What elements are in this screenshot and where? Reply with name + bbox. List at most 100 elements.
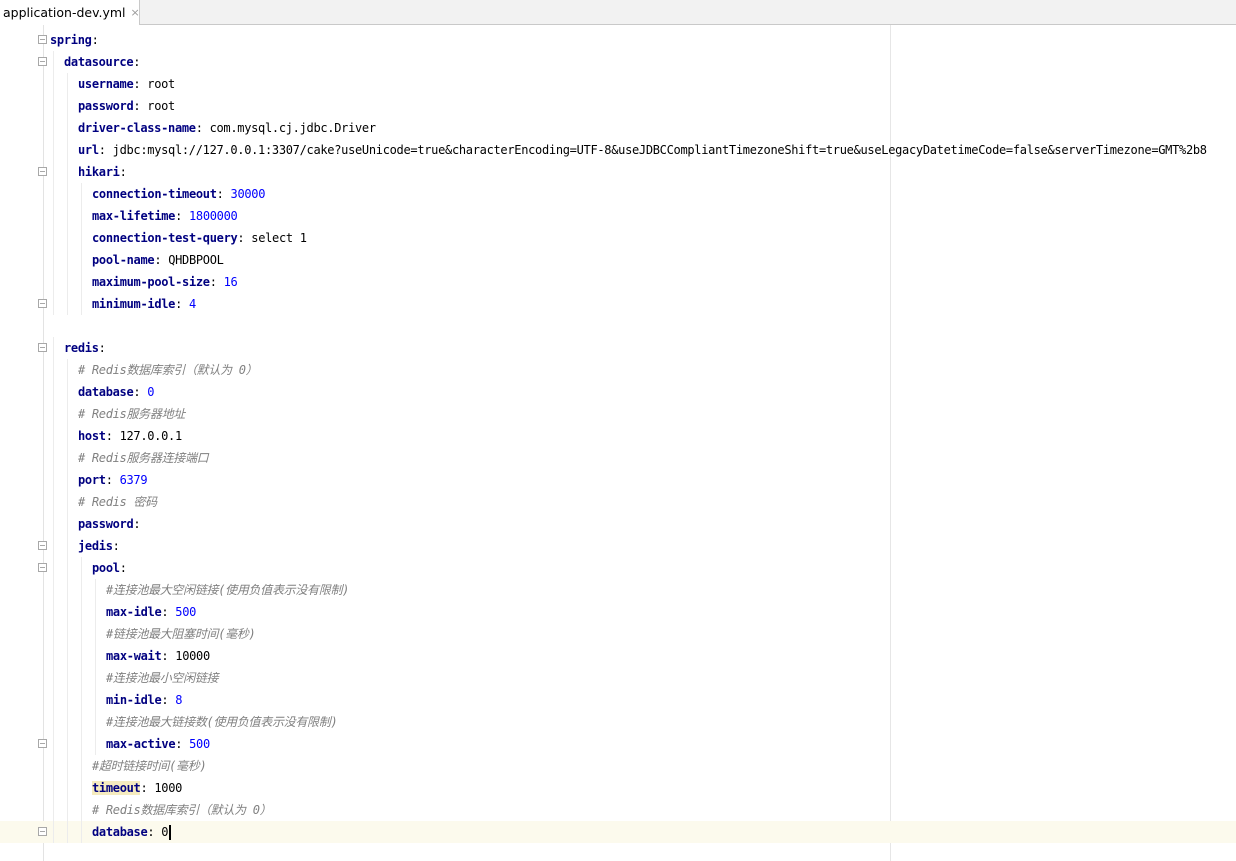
comment-line[interactable]: #连接池最小空闲链接 xyxy=(0,667,1236,689)
code-text: pool: xyxy=(92,557,127,579)
indent-guide xyxy=(67,535,68,557)
comment-line[interactable]: #连接池最大链接数(使用负值表示没有限制) xyxy=(0,711,1236,733)
yaml-line[interactable]: max-lifetime: 1800000 xyxy=(0,205,1236,227)
yaml-comment: # Redis数据库索引（默认为 0） xyxy=(78,363,258,377)
indent-guide xyxy=(81,777,82,799)
indent-guide xyxy=(67,73,68,95)
yaml-line[interactable]: connection-timeout: 30000 xyxy=(0,183,1236,205)
yaml-value: QHDBPOOL xyxy=(168,253,224,267)
yaml-line[interactable]: database: 0 xyxy=(0,821,1236,843)
fold-toggle-icon[interactable] xyxy=(38,541,47,550)
yaml-line[interactable]: max-wait: 10000 xyxy=(0,645,1236,667)
comment-line[interactable]: #超时链接时间(毫秒) xyxy=(0,755,1236,777)
indent-guide xyxy=(53,425,54,447)
yaml-key: maximum-pool-size xyxy=(92,275,210,289)
comment-line[interactable]: # Redis数据库索引（默认为 0） xyxy=(0,359,1236,381)
indent-guide xyxy=(67,491,68,513)
yaml-separator: : xyxy=(175,737,190,751)
yaml-line[interactable]: minimum-idle: 4 xyxy=(0,293,1236,315)
yaml-line[interactable]: redis: xyxy=(0,337,1236,359)
code-text: host: 127.0.0.1 xyxy=(78,425,182,447)
yaml-line[interactable]: connection-test-query: select 1 xyxy=(0,227,1236,249)
comment-line[interactable]: #链接池最大阻塞时间(毫秒) xyxy=(0,623,1236,645)
yaml-line[interactable]: database: 0 xyxy=(0,381,1236,403)
yaml-separator: : xyxy=(133,77,148,91)
yaml-line[interactable]: min-idle: 8 xyxy=(0,689,1236,711)
fold-toggle-icon[interactable] xyxy=(38,35,47,44)
indent-guide xyxy=(81,667,82,689)
indent-guide xyxy=(67,469,68,491)
yaml-line[interactable]: driver-class-name: com.mysql.cj.jdbc.Dri… xyxy=(0,117,1236,139)
code-text: max-lifetime: 1800000 xyxy=(92,205,238,227)
yaml-separator: : xyxy=(161,605,176,619)
indent-guide xyxy=(95,667,96,689)
indent-guide xyxy=(53,469,54,491)
blank-line[interactable] xyxy=(0,315,1236,337)
fold-end-marker-icon[interactable] xyxy=(38,299,47,308)
yaml-value: 30000 xyxy=(230,187,266,201)
yaml-key: database xyxy=(78,385,134,399)
indent-guide xyxy=(53,271,54,293)
fold-end-marker-icon[interactable] xyxy=(38,827,47,836)
indent-guide xyxy=(53,491,54,513)
indent-guide xyxy=(81,711,82,733)
code-text: datasource: xyxy=(64,51,140,73)
yaml-comment: # Redis服务器地址 xyxy=(78,407,185,421)
yaml-separator: : xyxy=(98,341,106,355)
yaml-line[interactable]: maximum-pool-size: 16 xyxy=(0,271,1236,293)
yaml-key: port xyxy=(78,473,106,487)
code-text: # Redis服务器连接端口 xyxy=(78,447,209,469)
indent-guide xyxy=(53,183,54,205)
yaml-line[interactable]: timeout: 1000 xyxy=(0,777,1236,799)
yaml-separator: : xyxy=(209,275,224,289)
fold-toggle-icon[interactable] xyxy=(38,343,47,352)
yaml-line[interactable]: datasource: xyxy=(0,51,1236,73)
indent-guide xyxy=(67,249,68,271)
yaml-key: max-idle xyxy=(106,605,162,619)
code-text: max-idle: 500 xyxy=(106,601,196,623)
code-text: #超时链接时间(毫秒) xyxy=(92,755,207,777)
code-text: maximum-pool-size: 16 xyxy=(92,271,238,293)
yaml-line[interactable]: username: root xyxy=(0,73,1236,95)
yaml-key: jedis xyxy=(78,539,113,553)
indent-guide xyxy=(53,557,54,579)
yaml-comment: #连接池最小空闲链接 xyxy=(106,671,219,685)
yaml-value: com.mysql.cj.jdbc.Driver xyxy=(209,121,377,135)
comment-line[interactable]: # Redis服务器连接端口 xyxy=(0,447,1236,469)
yaml-line[interactable]: host: 127.0.0.1 xyxy=(0,425,1236,447)
comment-line[interactable]: # Redis数据库索引（默认为 0） xyxy=(0,799,1236,821)
indent-guide xyxy=(95,601,96,623)
fold-toggle-icon[interactable] xyxy=(38,563,47,572)
yaml-line[interactable]: pool-name: QHDBPOOL xyxy=(0,249,1236,271)
yaml-line[interactable]: jedis: xyxy=(0,535,1236,557)
indent-guide xyxy=(67,447,68,469)
yaml-separator: : xyxy=(119,561,127,575)
yaml-line[interactable]: port: 6379 xyxy=(0,469,1236,491)
comment-line[interactable]: # Redis服务器地址 xyxy=(0,403,1236,425)
fold-end-marker-icon[interactable] xyxy=(38,739,47,748)
code-text: # Redis数据库索引（默认为 0） xyxy=(78,359,258,381)
comment-line[interactable]: #连接池最大空闲链接(使用负值表示没有限制) xyxy=(0,579,1236,601)
yaml-value: root xyxy=(147,99,175,113)
yaml-key: pool-name xyxy=(92,253,155,267)
close-tab-icon[interactable]: × xyxy=(131,6,140,19)
indent-guide xyxy=(53,689,54,711)
comment-line[interactable]: # Redis 密码 xyxy=(0,491,1236,513)
code-text: min-idle: 8 xyxy=(106,689,183,711)
yaml-line[interactable]: url: jdbc:mysql://127.0.0.1:3307/cake?us… xyxy=(0,139,1236,161)
indent-guide xyxy=(81,183,82,205)
yaml-line[interactable]: hikari: xyxy=(0,161,1236,183)
fold-toggle-icon[interactable] xyxy=(38,167,47,176)
code-text: pool-name: QHDBPOOL xyxy=(92,249,224,271)
yaml-value: 500 xyxy=(175,605,197,619)
yaml-line[interactable]: pool: xyxy=(0,557,1236,579)
fold-toggle-icon[interactable] xyxy=(38,57,47,66)
yaml-line[interactable]: password: root xyxy=(0,95,1236,117)
yaml-line[interactable]: spring: xyxy=(0,29,1236,51)
editor-tab-application-dev-yml[interactable]: application-dev.yml × xyxy=(0,0,140,25)
yaml-key: pool xyxy=(92,561,120,575)
yaml-line[interactable]: max-active: 500 xyxy=(0,733,1236,755)
indent-guide xyxy=(67,513,68,535)
yaml-line[interactable]: max-idle: 500 xyxy=(0,601,1236,623)
yaml-line[interactable]: password: xyxy=(0,513,1236,535)
